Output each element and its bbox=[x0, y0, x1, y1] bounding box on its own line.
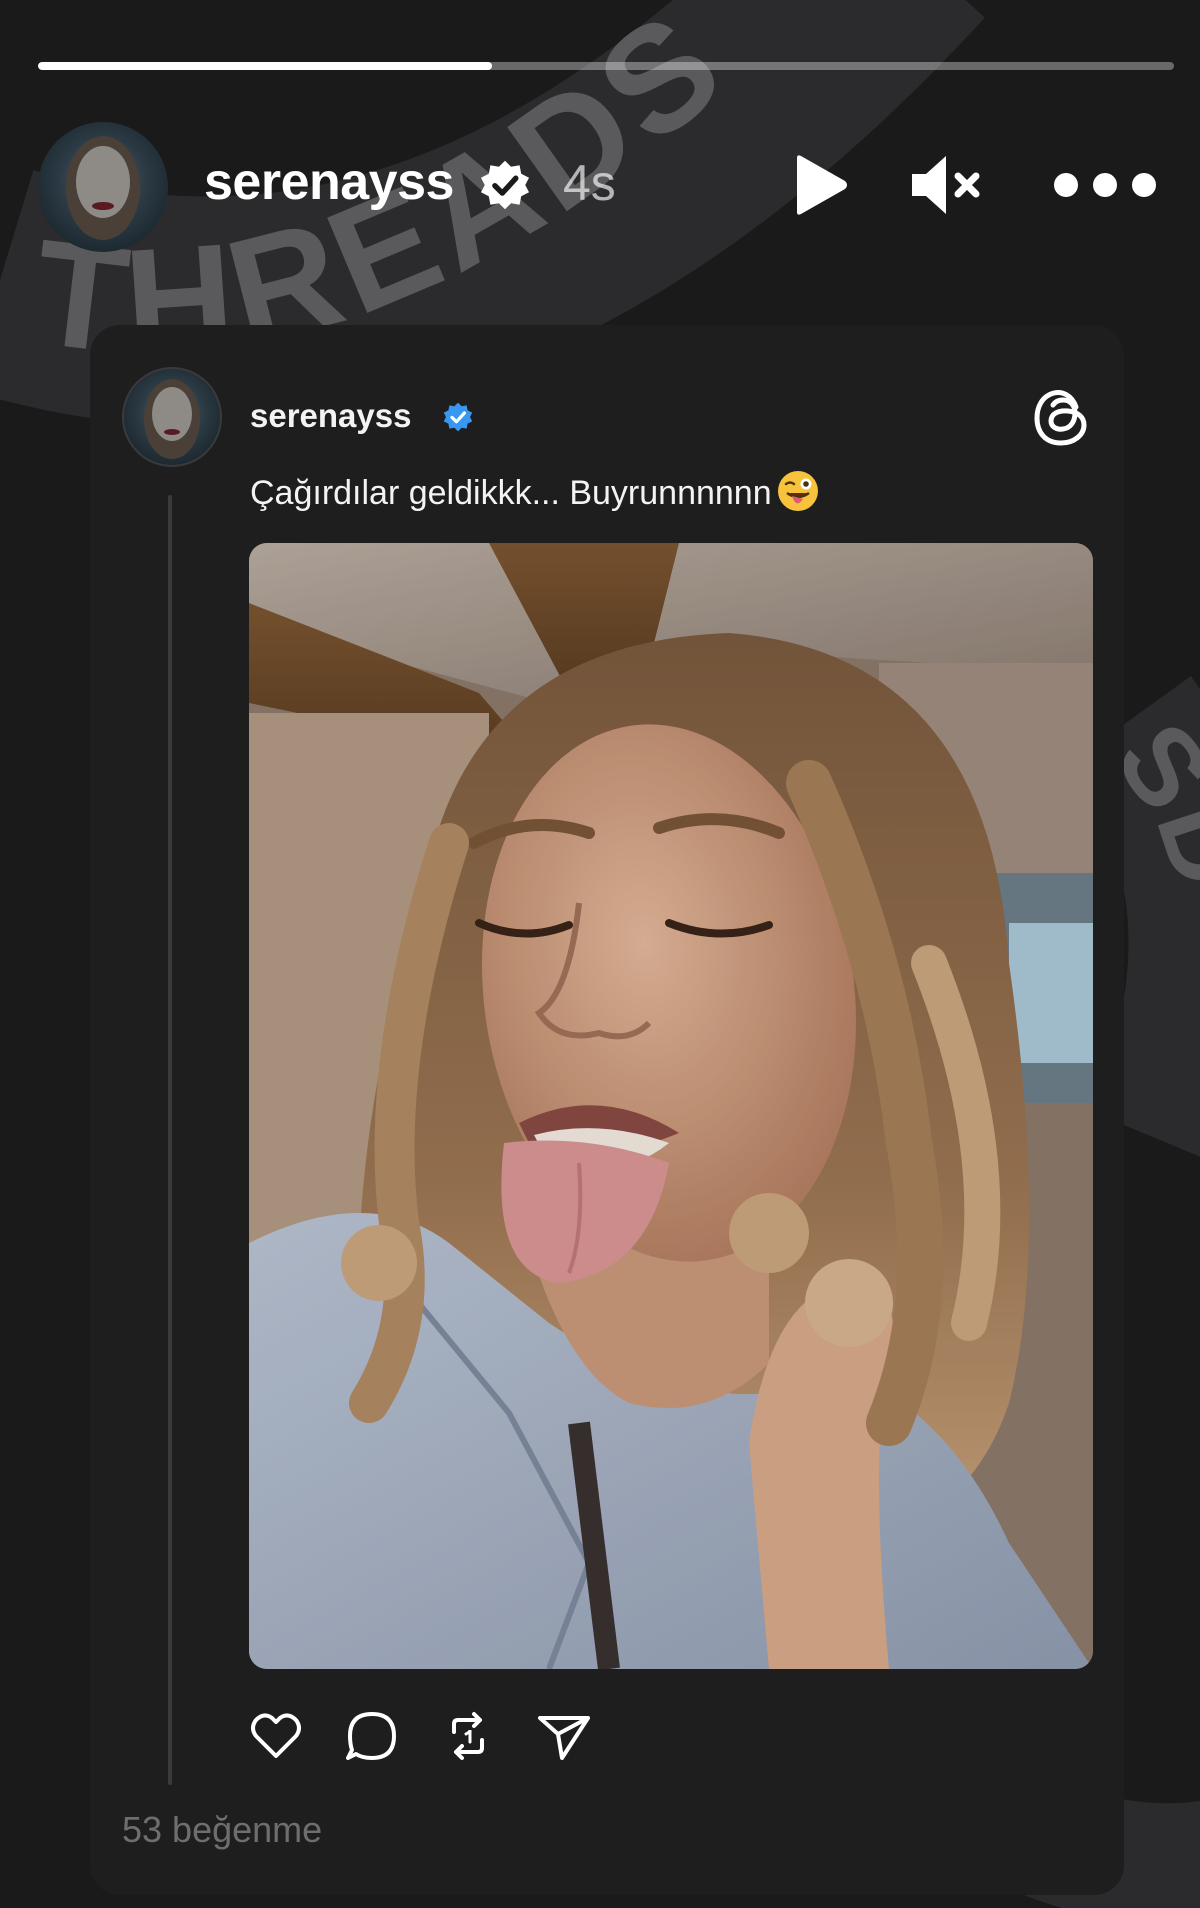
story-time: 4s bbox=[563, 155, 616, 211]
post-avatar[interactable] bbox=[122, 367, 222, 467]
story-progress-fill bbox=[38, 62, 493, 70]
story-header: serenayss 4s bbox=[38, 122, 1174, 252]
winking-tongue-emoji-icon bbox=[777, 471, 818, 511]
post-username[interactable]: serenayss bbox=[250, 397, 411, 435]
thread-line bbox=[168, 495, 172, 1785]
story-username[interactable]: serenayss bbox=[204, 152, 454, 212]
more-horizontal-icon[interactable] bbox=[1048, 150, 1168, 220]
send-icon[interactable] bbox=[536, 1708, 592, 1764]
play-icon[interactable] bbox=[783, 150, 853, 220]
verified-badge-icon bbox=[480, 160, 530, 210]
post-actions bbox=[248, 1708, 648, 1768]
post-photo[interactable] bbox=[249, 543, 1093, 1669]
comment-icon[interactable] bbox=[344, 1708, 400, 1764]
threads-logo-icon[interactable] bbox=[1032, 385, 1092, 449]
story-avatar[interactable] bbox=[38, 122, 168, 252]
story-progress-bar bbox=[38, 62, 1174, 70]
verified-badge-icon bbox=[443, 402, 473, 432]
post-caption: Çağırdılar geldikkk... Buyrunnnnnn bbox=[250, 471, 820, 517]
repost-icon[interactable] bbox=[440, 1708, 496, 1764]
likes-count[interactable]: 53 beğenme bbox=[122, 1809, 322, 1851]
threads-post-card[interactable]: serenayss Çağırdılar geldikkk... Buyrunn… bbox=[90, 325, 1124, 1895]
speaker-muted-icon[interactable] bbox=[908, 150, 988, 220]
heart-icon[interactable] bbox=[248, 1708, 304, 1764]
